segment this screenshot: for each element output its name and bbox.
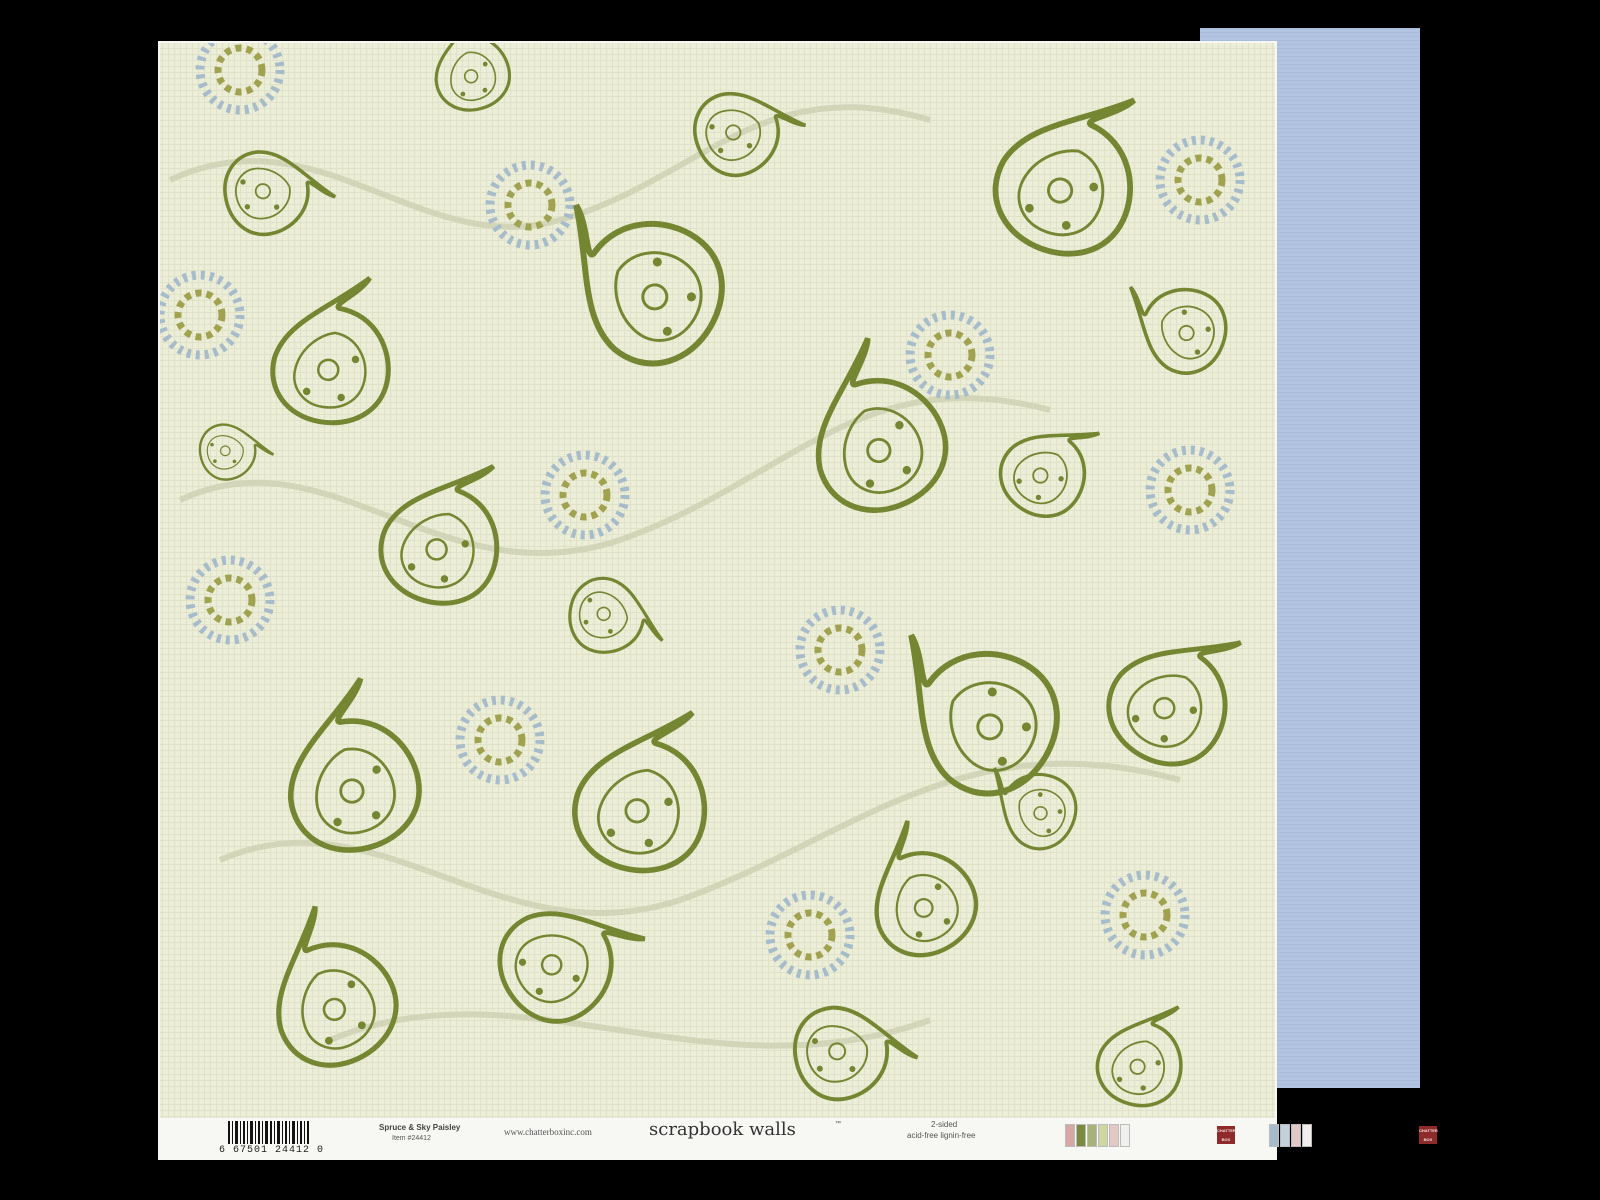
brand-title: scrapbook walls	[649, 1119, 796, 1140]
color-swatch	[1098, 1124, 1108, 1147]
color-swatch	[1120, 1124, 1130, 1147]
color-swatch	[1302, 1124, 1312, 1147]
color-swatch	[1109, 1124, 1119, 1147]
color-swatches-right	[1269, 1124, 1312, 1147]
color-swatch	[1087, 1124, 1097, 1147]
label-strip: 6 67501 24412 0 Spruce & Sky Paisley Ite…	[159, 1117, 1438, 1159]
brand-logo-left: CHATTER BOX	[1217, 1126, 1236, 1144]
item-number: Item #24412	[392, 1135, 431, 1142]
brand-logo-right: CHATTER BOX	[1419, 1126, 1438, 1144]
sided-text: 2-sided	[931, 1120, 958, 1129]
brand-trademark: ™	[835, 1121, 841, 1127]
product-name: Spruce & Sky Paisley	[379, 1123, 461, 1132]
color-swatch	[1076, 1124, 1086, 1147]
barcode-number: 6 67501 24412 0	[219, 1145, 325, 1156]
color-swatch	[1269, 1124, 1279, 1147]
color-swatch	[1280, 1124, 1290, 1147]
paper-sheet	[158, 41, 1277, 1160]
color-swatch	[1291, 1124, 1301, 1147]
website-text: www.chatterboxinc.com	[504, 1127, 592, 1137]
paper-qualities: acid-free lignin-free	[907, 1131, 976, 1140]
color-swatches-left	[1065, 1124, 1130, 1147]
scrapbook-paper-photo	[0, 0, 1600, 1200]
color-swatch	[1065, 1124, 1075, 1147]
